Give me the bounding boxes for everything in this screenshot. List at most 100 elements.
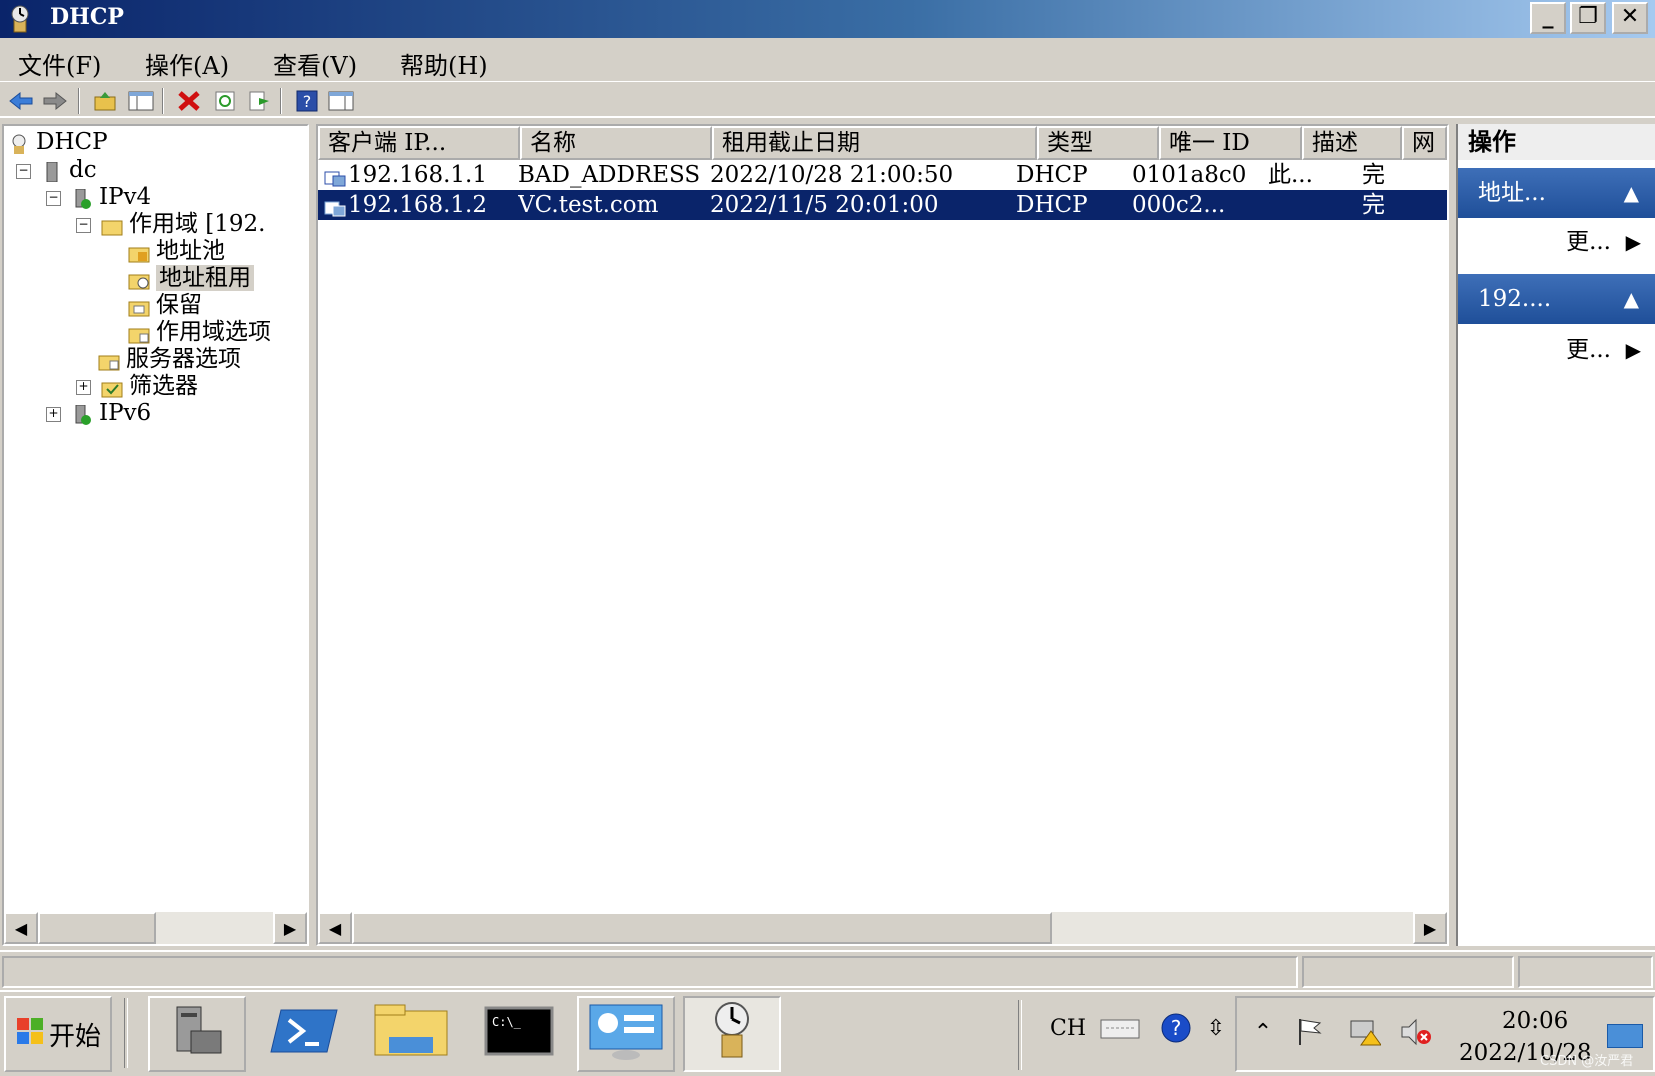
help-icon[interactable]: ?: [1160, 1012, 1192, 1044]
action-center-flag-icon[interactable]: [1293, 1016, 1325, 1048]
folder-icon: [101, 215, 123, 236]
help-icon[interactable]: ?: [292, 86, 322, 116]
ipv4-icon: [71, 188, 93, 209]
more-actions-link[interactable]: 更... ▶: [1458, 222, 1655, 262]
show-action-pane-icon[interactable]: [326, 86, 356, 116]
status-panel: [1518, 956, 1653, 988]
cell-network: 完: [1362, 192, 1385, 218]
reservations-icon: [128, 296, 150, 317]
collapse-up-icon[interactable]: ▲: [1624, 274, 1639, 324]
watermark: CSDN @汝严君: [1540, 1054, 1634, 1069]
dhcp-icon: [700, 999, 764, 1069]
dhcp-task[interactable]: [683, 996, 781, 1072]
list-header: 客户端 IP... 名称 租用截止日期 类型 唯一 ID 描述 网: [318, 126, 1447, 160]
tree-horizontal-scrollbar[interactable]: ◀ ▶: [4, 912, 307, 944]
column-unique-id[interactable]: 唯一 ID: [1159, 126, 1302, 160]
cell-description: 此...: [1268, 162, 1313, 188]
column-name[interactable]: 名称: [520, 126, 712, 160]
expand-icon[interactable]: +: [76, 379, 91, 395]
toolbar-separator: [280, 88, 282, 114]
server-icon: [41, 161, 63, 183]
volume-muted-icon[interactable]: [1399, 1016, 1431, 1048]
language-indicator[interactable]: CH: [1050, 1016, 1086, 1041]
column-network[interactable]: 网: [1402, 126, 1447, 160]
explorer-task[interactable]: [362, 996, 460, 1072]
scroll-right-icon[interactable]: ▶: [273, 912, 307, 944]
collapse-up-icon[interactable]: ▲: [1624, 168, 1639, 218]
filter-icon: [101, 377, 123, 398]
expand-icon[interactable]: +: [46, 406, 61, 422]
tree-node-server-options[interactable]: 服务器选项: [98, 345, 241, 373]
close-button[interactable]: ✕: [1612, 2, 1648, 34]
menu-help[interactable]: 帮助(H): [400, 46, 488, 81]
tree-node-address-pool[interactable]: 地址池: [128, 237, 225, 265]
keyboard-icon[interactable]: [1100, 1012, 1140, 1044]
toolbar: ?: [0, 84, 1655, 118]
forward-icon[interactable]: [40, 86, 70, 116]
refresh-icon[interactable]: [210, 86, 240, 116]
show-hidden-icons-icon[interactable]: ⌃: [1247, 1016, 1279, 1048]
scroll-right-icon[interactable]: ▶: [1413, 912, 1447, 944]
network-warning-icon[interactable]: [1349, 1016, 1381, 1048]
control-panel-task[interactable]: [577, 996, 675, 1072]
title-bar: DHCP _ ❐ ✕: [0, 0, 1655, 38]
scrollbar-thumb[interactable]: [352, 912, 1052, 944]
export-list-icon[interactable]: [244, 86, 274, 116]
column-client-ip[interactable]: 客户端 IP...: [318, 126, 520, 160]
tree-node-ipv4[interactable]: − IPv4: [46, 183, 151, 211]
tree-node-scope[interactable]: − 作用域 [192.: [76, 210, 266, 238]
scrollbar-thumb[interactable]: [38, 912, 156, 944]
cmd-icon: C:\_: [484, 1006, 554, 1062]
action-section-address-leases[interactable]: 地址... ▲: [1458, 168, 1655, 218]
cell-type: DHCP: [1016, 162, 1088, 188]
lease-icon: [324, 196, 346, 226]
tree-node-reservations[interactable]: 保留: [128, 291, 202, 319]
collapse-icon[interactable]: −: [76, 217, 91, 233]
toolbar-separator: [78, 88, 80, 114]
action-section-selected-lease[interactable]: 192.... ▲: [1458, 274, 1655, 324]
table-row[interactable]: 192.168.1.1 BAD_ADDRESS 2022/10/28 21:00…: [318, 160, 1447, 190]
column-type[interactable]: 类型: [1037, 126, 1159, 160]
scroll-left-icon[interactable]: ◀: [318, 912, 352, 944]
tree-node-dhcp[interactable]: DHCP: [8, 128, 108, 156]
cell-type: DHCP: [1016, 192, 1088, 218]
collapse-icon[interactable]: −: [16, 163, 31, 179]
submenu-arrow-icon: ▶: [1625, 230, 1641, 254]
tree-node-ipv6[interactable]: + IPv6: [46, 399, 151, 427]
tree-node-server[interactable]: − dc: [16, 156, 97, 184]
taskbar-separator: [1018, 1000, 1022, 1070]
column-lease-expiration[interactable]: 租用截止日期: [712, 126, 1037, 160]
up-folder-icon[interactable]: [90, 86, 120, 116]
folder-icon: [371, 1001, 451, 1067]
delete-icon[interactable]: [174, 86, 204, 116]
menu-view[interactable]: 查看(V): [273, 46, 357, 81]
table-row[interactable]: 192.168.1.2 VC.test.com 2022/11/5 20:01:…: [318, 190, 1447, 220]
show-hide-tree-icon[interactable]: [126, 86, 156, 116]
show-desktop-icon[interactable]: [1607, 1024, 1643, 1048]
tree-node-address-leases[interactable]: 地址租用: [128, 264, 254, 292]
menu-action[interactable]: 操作(A): [145, 46, 229, 81]
back-icon[interactable]: [6, 86, 36, 116]
start-button[interactable]: 开始: [4, 996, 112, 1072]
server-manager-task[interactable]: [148, 996, 246, 1072]
restore-button[interactable]: ❐: [1570, 2, 1606, 34]
more-actions-link[interactable]: 更... ▶: [1458, 330, 1655, 370]
window-title: DHCP: [50, 4, 124, 30]
svg-text:C:\_: C:\_: [492, 1015, 522, 1029]
command-prompt-task[interactable]: C:\_: [470, 996, 568, 1072]
menu-file[interactable]: 文件(F): [18, 46, 101, 81]
server-manager-icon: [167, 1001, 227, 1067]
column-description[interactable]: 描述: [1302, 126, 1402, 160]
cell-client-ip: 192.168.1.1: [348, 162, 487, 188]
list-horizontal-scrollbar[interactable]: ◀ ▶: [318, 912, 1447, 944]
powershell-task[interactable]: [255, 996, 353, 1072]
taskbar-separator: [124, 998, 128, 1068]
language-bar-options-icon[interactable]: ⇳: [1207, 1012, 1225, 1044]
collapse-icon[interactable]: −: [46, 190, 61, 206]
tree-node-filters[interactable]: + 筛选器: [76, 372, 198, 400]
clock-time[interactable]: 20:06: [1502, 1008, 1568, 1034]
status-panel: [1302, 956, 1514, 988]
minimize-button[interactable]: _: [1530, 2, 1566, 34]
scroll-left-icon[interactable]: ◀: [4, 912, 38, 944]
tree-node-scope-options[interactable]: 作用域选项: [128, 318, 271, 346]
